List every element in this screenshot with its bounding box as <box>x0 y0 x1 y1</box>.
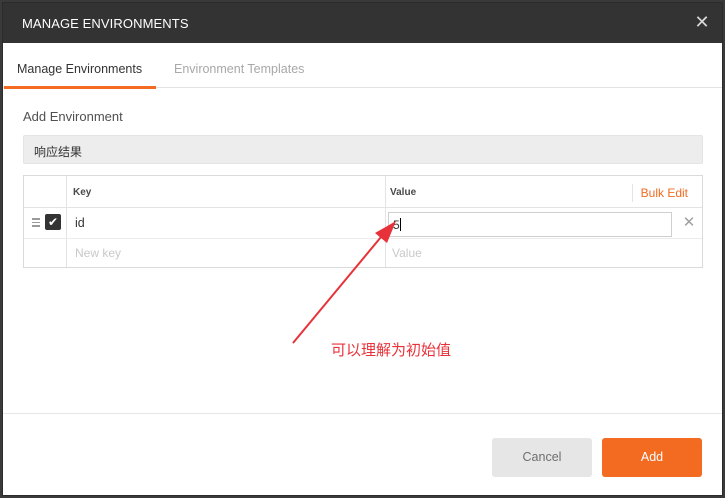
cancel-button[interactable]: Cancel <box>492 438 592 477</box>
dialog-footer: Cancel Add <box>3 413 722 495</box>
add-button[interactable]: Add <box>602 438 702 477</box>
manage-environments-dialog: MANAGE ENVIRONMENTS ✕ Manage Environment… <box>2 2 723 496</box>
annotation-text: 可以理解为初始值 <box>331 341 452 359</box>
